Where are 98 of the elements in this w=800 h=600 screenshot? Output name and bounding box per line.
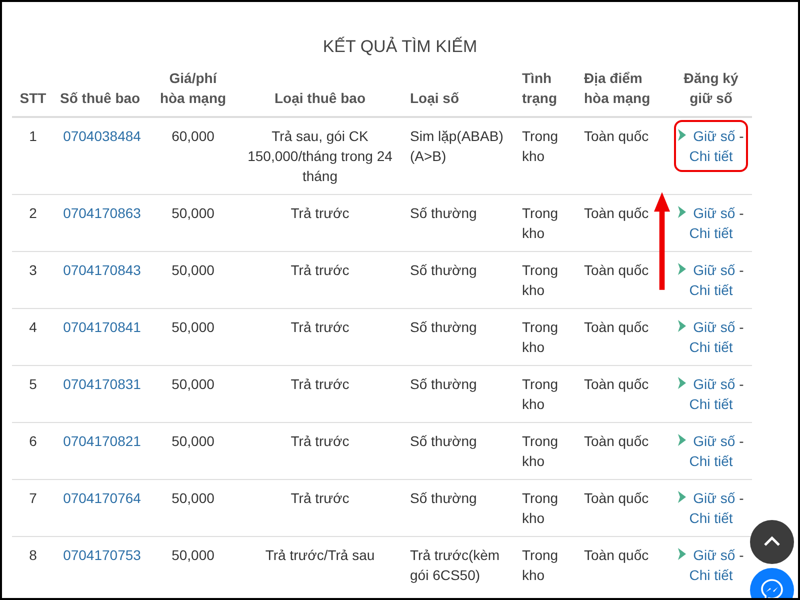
results-title: KẾT QUẢ TÌM KIẾM (322, 36, 478, 58)
phone-number-link[interactable]: 0704170753 (63, 547, 141, 563)
location-cell: Toàn quốc (584, 128, 649, 144)
triangle-icon (678, 129, 686, 141)
number-type-cell: Số thường (410, 262, 477, 278)
details-link[interactable]: Chi tiết (689, 453, 733, 469)
keep-number-link[interactable]: Giữ số (693, 262, 736, 278)
column-header: Loại số (410, 90, 460, 106)
column-header: Loại thuê bao (274, 90, 366, 106)
details-link[interactable]: Chi tiết (689, 225, 733, 241)
location-cell: Toàn quốc (584, 490, 649, 506)
subscription-type-cell: Trả trước (290, 319, 350, 335)
keep-number-link[interactable]: Giữ số (693, 490, 736, 506)
row-number: 6 (29, 433, 37, 449)
location-cell: Toàn quốc (584, 319, 649, 335)
column-header: Đăng ký giữ số (684, 70, 738, 106)
subscription-type-cell: Trả trước (290, 490, 350, 506)
status-cell: Trong kho (522, 128, 558, 164)
subscription-type-cell: Trả trước (290, 376, 350, 392)
scroll-top-button[interactable] (750, 520, 794, 564)
separator: - (739, 547, 744, 563)
price-cell: 50,000 (172, 205, 214, 221)
details-link[interactable]: Chi tiết (689, 396, 733, 412)
price-cell: 60,000 (172, 128, 214, 144)
price-cell: 50,000 (172, 376, 214, 392)
status-cell: Trong kho (522, 433, 558, 469)
phone-number-link[interactable]: 0704170841 (63, 319, 141, 335)
details-link[interactable]: Chi tiết (689, 148, 733, 164)
status-cell: Trong kho (522, 262, 558, 298)
number-type-cell: Số thường (410, 433, 477, 449)
status-cell: Trong kho (522, 205, 558, 241)
separator: - (739, 205, 744, 221)
row-number: 7 (29, 490, 37, 506)
number-type-cell: Trả trước(kèm gói 6CS50) (410, 547, 500, 583)
number-type-cell: Số thường (410, 319, 477, 335)
triangle-icon (678, 377, 686, 389)
subscription-type-cell: Trả sau, gói CK 150,000/tháng trong 24 tháng (248, 128, 392, 184)
column-header: Giá/phí hòa mạng (160, 70, 226, 106)
subscription-type-cell: Trả trước (290, 262, 350, 278)
phone-number-link[interactable]: 0704170863 (63, 205, 141, 221)
keep-number-link[interactable]: Giữ số (693, 205, 736, 221)
location-cell: Toàn quốc (584, 205, 649, 221)
column-header: Tình trạng (522, 70, 557, 106)
triangle-icon (678, 206, 686, 218)
location-cell: Toàn quốc (584, 547, 649, 563)
location-cell: Toàn quốc (584, 433, 649, 449)
row-number: 8 (29, 547, 37, 563)
row-number: 2 (29, 205, 37, 221)
price-cell: 50,000 (172, 319, 214, 335)
row-number: 3 (29, 262, 37, 278)
status-cell: Trong kho (522, 490, 558, 526)
triangle-icon (678, 320, 686, 332)
phone-number-link[interactable]: 0704170831 (63, 376, 141, 392)
phone-number-link[interactable]: 0704170764 (63, 490, 141, 506)
column-header: Địa điểm hòa mạng (584, 70, 650, 106)
separator: - (739, 262, 744, 278)
separator: - (739, 490, 744, 506)
triangle-icon (678, 548, 686, 560)
subscription-type-cell: Trả trước/Trả sau (265, 547, 375, 563)
separator: - (739, 319, 744, 335)
column-header: STT (20, 90, 46, 106)
status-cell: Trong kho (522, 547, 558, 583)
keep-number-link[interactable]: Giữ số (693, 547, 736, 563)
price-cell: 50,000 (172, 547, 214, 563)
phone-number-link[interactable]: 0704170821 (63, 433, 141, 449)
number-type-cell: Số thường (410, 205, 477, 221)
triangle-icon (678, 263, 686, 275)
keep-number-link[interactable]: Giữ số (693, 319, 736, 335)
phone-number-link[interactable]: 0704170843 (63, 262, 141, 278)
subscription-type-cell: Trả trước (290, 205, 350, 221)
row-number: 1 (29, 128, 37, 144)
separator: - (739, 376, 744, 392)
row-number: 5 (29, 376, 37, 392)
price-cell: 50,000 (172, 433, 214, 449)
triangle-icon (678, 491, 686, 503)
keep-number-link[interactable]: Giữ số (693, 376, 736, 392)
row-number: 4 (29, 319, 37, 335)
subscription-type-cell: Trả trước (290, 433, 350, 449)
status-cell: Trong kho (522, 319, 558, 355)
details-link[interactable]: Chi tiết (689, 339, 733, 355)
number-type-cell: Số thường (410, 490, 477, 506)
phone-number-link[interactable]: 0704038484 (63, 128, 141, 144)
separator: - (739, 128, 744, 144)
column-header: Số thuê bao (60, 90, 140, 106)
separator: - (739, 433, 744, 449)
location-cell: Toàn quốc (584, 376, 649, 392)
triangle-icon (678, 434, 686, 446)
details-link[interactable]: Chi tiết (689, 567, 733, 583)
number-type-cell: Số thường (410, 376, 477, 392)
price-cell: 50,000 (172, 490, 214, 506)
number-type-cell: Sim lặp(ABAB)(A>B) (410, 128, 504, 164)
status-cell: Trong kho (522, 376, 558, 412)
location-cell: Toàn quốc (584, 262, 649, 278)
details-link[interactable]: Chi tiết (689, 282, 733, 298)
price-cell: 50,000 (172, 262, 214, 278)
details-link[interactable]: Chi tiết (689, 510, 733, 526)
keep-number-link[interactable]: Giữ số (693, 433, 736, 449)
keep-number-link[interactable]: Giữ số (693, 128, 736, 144)
